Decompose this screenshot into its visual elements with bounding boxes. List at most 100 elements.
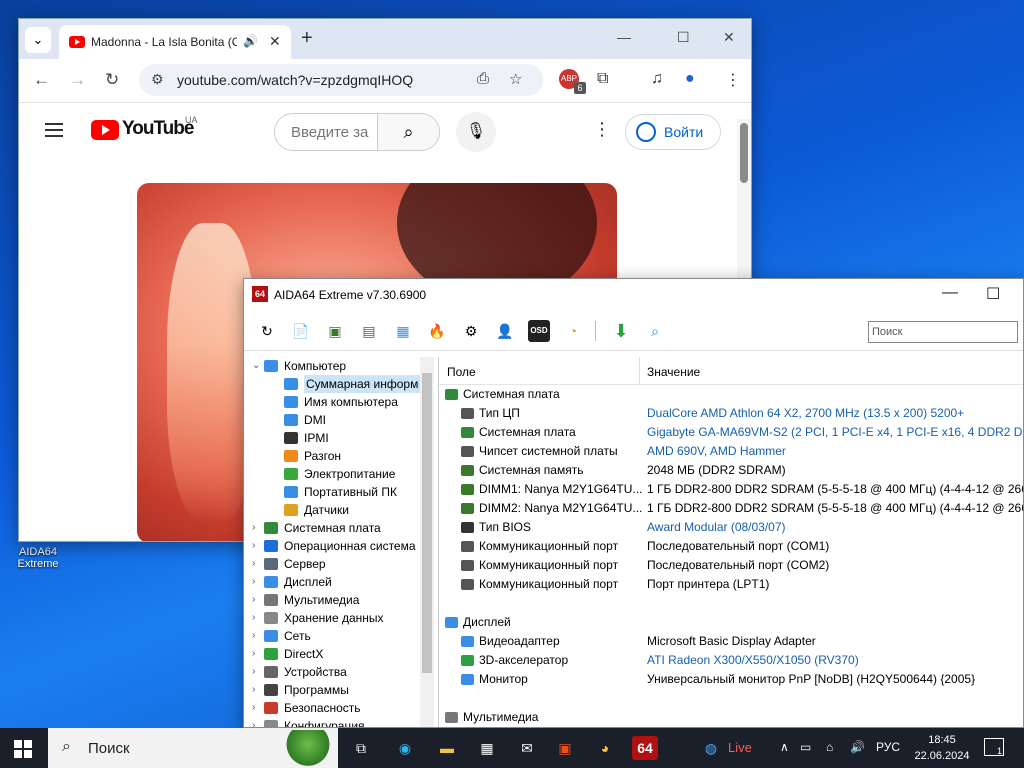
volume-icon[interactable]: 🔊: [850, 740, 865, 754]
scrollbar-thumb[interactable]: [740, 123, 748, 183]
more-options-icon[interactable]: ⋮: [593, 119, 611, 140]
close-window-button[interactable]: ✕: [723, 29, 735, 46]
chevron-right-icon[interactable]: ›: [252, 591, 255, 609]
users-icon[interactable]: 👤: [494, 320, 516, 342]
gauge-icon[interactable]: ◔: [562, 320, 584, 342]
network-icon[interactable]: ▦: [392, 320, 414, 342]
extensions-puzzle-icon[interactable]: ⧉: [597, 70, 608, 88]
tree-item[interactable]: Разгон: [248, 447, 434, 465]
tree-item[interactable]: Имя компьютера: [248, 393, 434, 411]
minimize-button[interactable]: —: [617, 29, 631, 45]
tab-youtube[interactable]: Madonna - La Isla Bonita (C 🔊 ✕: [59, 25, 291, 59]
show-hidden-icons-icon[interactable]: ∧: [780, 740, 789, 754]
tree-item[interactable]: ⌄ Компьютер: [248, 357, 434, 375]
chevron-right-icon[interactable]: ›: [252, 699, 255, 717]
taskbar-search[interactable]: ⌕ Поиск: [48, 728, 338, 768]
tree-item[interactable]: › Программы: [248, 681, 434, 699]
tree-item[interactable]: Датчики: [248, 501, 434, 519]
chevron-right-icon[interactable]: ›: [252, 717, 255, 727]
chevron-right-icon[interactable]: ›: [252, 573, 255, 591]
reload-icon[interactable]: ↻: [105, 70, 119, 90]
chevron-right-icon[interactable]: ›: [252, 609, 255, 627]
table-row[interactable]: Видеоадаптер Microsoft Basic Display Adap…: [439, 632, 1023, 651]
magnifier-icon[interactable]: ⌕: [644, 320, 666, 342]
network-tray-icon[interactable]: ⌂: [826, 740, 833, 754]
table-row[interactable]: Коммуникационный порт Последовательный по…: [439, 537, 1023, 556]
tree-item[interactable]: › Устройства: [248, 663, 434, 681]
tree-item[interactable]: › Сеть: [248, 627, 434, 645]
forward-icon[interactable]: →: [69, 70, 86, 90]
mail-icon[interactable]: ✉: [514, 736, 540, 760]
tree-item[interactable]: › Хранение данных: [248, 609, 434, 627]
flame-icon[interactable]: 🔥: [426, 320, 448, 342]
table-row[interactable]: DIMM1: Nanya M2Y1G64TU... 1 ГБ DDR2-800 D…: [439, 480, 1023, 499]
table-row[interactable]: Коммуникационный порт Последовательный по…: [439, 556, 1023, 575]
tree-item[interactable]: Портативный ПК: [248, 483, 434, 501]
install-app-icon[interactable]: ⎙: [477, 70, 489, 87]
hamburger-menu-icon[interactable]: [45, 123, 63, 137]
table-row[interactable]: Коммуникационный порт Порт принтера (LPT1…: [439, 575, 1023, 594]
category-row[interactable]: Дисплей: [439, 613, 1023, 632]
chevron-right-icon[interactable]: ›: [252, 681, 255, 699]
value-cell[interactable]: Gigabyte GA-MA69VM-S2 (2 PCI, 1 PCI-E x4…: [647, 423, 1023, 442]
live-label[interactable]: Live: [728, 740, 752, 755]
extension-icon[interactable]: ABP 6: [559, 69, 586, 94]
youtube-logo-icon[interactable]: [91, 120, 119, 140]
column-divider[interactable]: [639, 357, 640, 385]
report-icon[interactable]: 📄: [290, 320, 312, 342]
chevron-right-icon[interactable]: ›: [252, 645, 255, 663]
chevron-right-icon[interactable]: ›: [252, 555, 255, 573]
disk-icon[interactable]: ⚙: [460, 320, 482, 342]
table-row[interactable]: DIMM2: Nanya M2Y1G64TU... 1 ГБ DDR2-800 D…: [439, 499, 1023, 518]
chrome-icon[interactable]: ◕: [592, 736, 618, 760]
media-control-icon[interactable]: ♫: [651, 70, 663, 88]
search-icon[interactable]: ⌕: [377, 114, 439, 150]
back-icon[interactable]: ←: [33, 70, 50, 90]
tree-item[interactable]: Электропитание: [248, 465, 434, 483]
start-button[interactable]: [14, 740, 32, 758]
tree-item[interactable]: › Операционная система: [248, 537, 434, 555]
chevron-right-icon[interactable]: ›: [252, 519, 255, 537]
microphone-icon[interactable]: 🎙: [456, 112, 496, 152]
tree-item[interactable]: › DirectX: [248, 645, 434, 663]
store-icon[interactable]: ▦: [474, 736, 500, 760]
refresh-icon[interactable]: ↻: [256, 320, 278, 342]
download-arrow-icon[interactable]: ⬇: [610, 320, 632, 342]
table-row[interactable]: Тип BIOS Award Modular (08/03/07): [439, 518, 1023, 537]
battery-icon[interactable]: ▭: [800, 740, 811, 754]
column-header-value[interactable]: Значение: [647, 365, 700, 379]
task-view-icon[interactable]: ⧉: [348, 736, 374, 760]
tree-item[interactable]: › Конфигурация: [248, 717, 434, 727]
column-header-field[interactable]: Поле: [447, 365, 476, 379]
aida-search-input[interactable]: Поиск: [868, 321, 1018, 343]
signin-button[interactable]: Войти: [625, 114, 721, 150]
category-row[interactable]: Мультимедиа: [439, 708, 1023, 727]
clock[interactable]: 18:45 22.06.2024: [912, 732, 972, 764]
tree-item[interactable]: Суммарная информ: [248, 375, 434, 393]
minimize-button[interactable]: —: [942, 284, 958, 302]
osd-icon[interactable]: OSD: [528, 320, 550, 342]
url-text[interactable]: youtube.com/watch?v=zpzdgmqIHOQ: [177, 72, 413, 88]
site-info-icon[interactable]: ⚙: [151, 71, 164, 88]
aida64-taskbar-icon[interactable]: 64: [632, 736, 658, 760]
table-row[interactable]: Системная плата Gigabyte GA-MA69VM-S2 (2 …: [439, 423, 1023, 442]
live-app-icon[interactable]: ◍: [698, 736, 724, 760]
chevron-right-icon[interactable]: ›: [252, 663, 255, 681]
value-cell[interactable]: AMD 690V, AMD Hammer: [647, 442, 1023, 461]
maximize-button[interactable]: ☐: [677, 29, 690, 46]
file-explorer-icon[interactable]: ▬: [434, 736, 460, 760]
language-indicator[interactable]: РУС: [876, 740, 900, 754]
new-tab-button[interactable]: +: [301, 27, 313, 50]
value-cell[interactable]: ATI Radeon X300/X550/X1050 (RV370): [647, 651, 1023, 670]
youtube-logo-text[interactable]: YouTube: [122, 118, 194, 140]
tree-item[interactable]: › Безопасность: [248, 699, 434, 717]
tree-scrollbar[interactable]: [420, 357, 434, 727]
youtube-search-input[interactable]: Введите за: [291, 124, 375, 141]
value-cell[interactable]: Award Modular (08/03/07): [647, 518, 1023, 537]
profile-icon[interactable]: ●: [685, 70, 695, 88]
maximize-button[interactable]: ☐: [986, 284, 1000, 304]
office-icon[interactable]: ▣: [552, 736, 578, 760]
tree-item[interactable]: › Дисплей: [248, 573, 434, 591]
bookmark-star-icon[interactable]: ☆: [509, 70, 522, 88]
chrome-menu-icon[interactable]: ⋮: [725, 70, 741, 90]
